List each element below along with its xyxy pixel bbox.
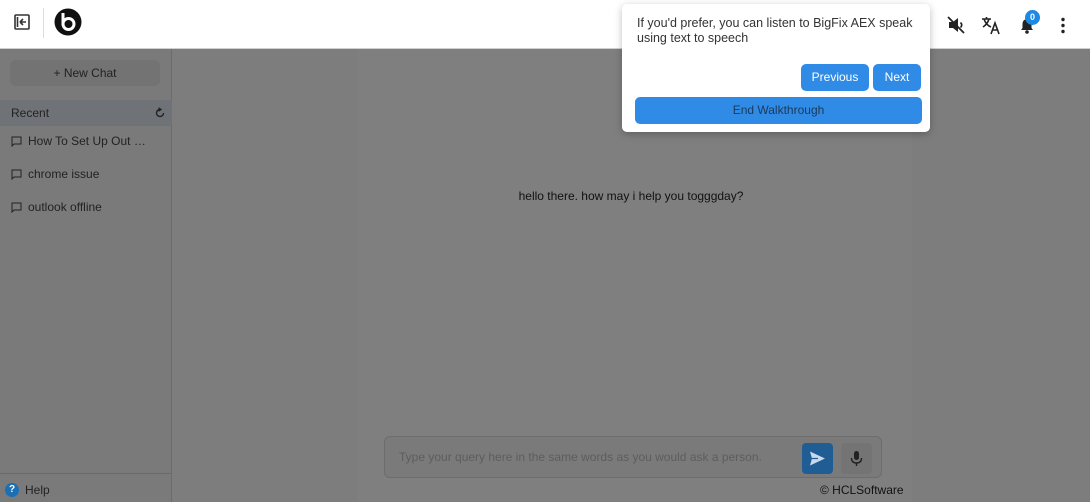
greeting-message: hello there. how may i help you togggday… bbox=[518, 189, 744, 203]
microphone-button[interactable] bbox=[841, 443, 872, 474]
translate-icon[interactable] bbox=[980, 14, 1002, 36]
microphone-icon bbox=[850, 451, 863, 466]
history-item[interactable]: outlook offline bbox=[11, 199, 166, 217]
refresh-icon[interactable] bbox=[154, 106, 166, 118]
recent-label: Recent bbox=[11, 106, 50, 120]
previous-button[interactable]: Previous bbox=[801, 64, 869, 91]
sidebar: + New Chat Recent How To Set Up Out Of .… bbox=[0, 49, 172, 502]
send-icon bbox=[810, 451, 825, 466]
notification-badge: 0 bbox=[1025, 10, 1040, 25]
history-item-label: chrome issue bbox=[28, 167, 100, 181]
walkthrough-popover: If you'd prefer, you can listen to BigFi… bbox=[622, 4, 930, 132]
recent-section-header: Recent bbox=[0, 100, 172, 126]
help-icon[interactable]: ? bbox=[5, 483, 19, 497]
chat-bubble-icon bbox=[11, 202, 22, 213]
history-item[interactable]: chrome issue bbox=[11, 166, 166, 184]
query-box bbox=[384, 436, 882, 478]
help-link[interactable]: Help bbox=[25, 483, 50, 497]
history-item-label: How To Set Up Out Of ... bbox=[28, 134, 153, 148]
brand-logo[interactable] bbox=[54, 8, 82, 36]
history-item[interactable]: How To Set Up Out Of ... bbox=[11, 133, 166, 151]
history-item-label: outlook offline bbox=[28, 200, 102, 214]
sidebar-footer: ? Help bbox=[0, 473, 172, 502]
next-button[interactable]: Next bbox=[873, 64, 921, 91]
more-vertical-icon[interactable] bbox=[1052, 14, 1074, 36]
copyright-text: © HCLSoftware bbox=[820, 483, 904, 497]
new-chat-button[interactable]: + New Chat bbox=[10, 60, 160, 86]
header-divider bbox=[43, 8, 44, 38]
send-button[interactable] bbox=[802, 443, 833, 474]
mute-speaker-icon[interactable] bbox=[945, 14, 967, 36]
chat-bubble-icon bbox=[11, 169, 22, 180]
query-input[interactable] bbox=[399, 450, 779, 464]
collapse-sidebar-icon[interactable] bbox=[12, 12, 32, 32]
walkthrough-message: If you'd prefer, you can listen to BigFi… bbox=[637, 16, 913, 45]
chat-bubble-icon bbox=[11, 136, 22, 147]
end-walkthrough-button[interactable]: End Walkthrough bbox=[635, 97, 922, 124]
